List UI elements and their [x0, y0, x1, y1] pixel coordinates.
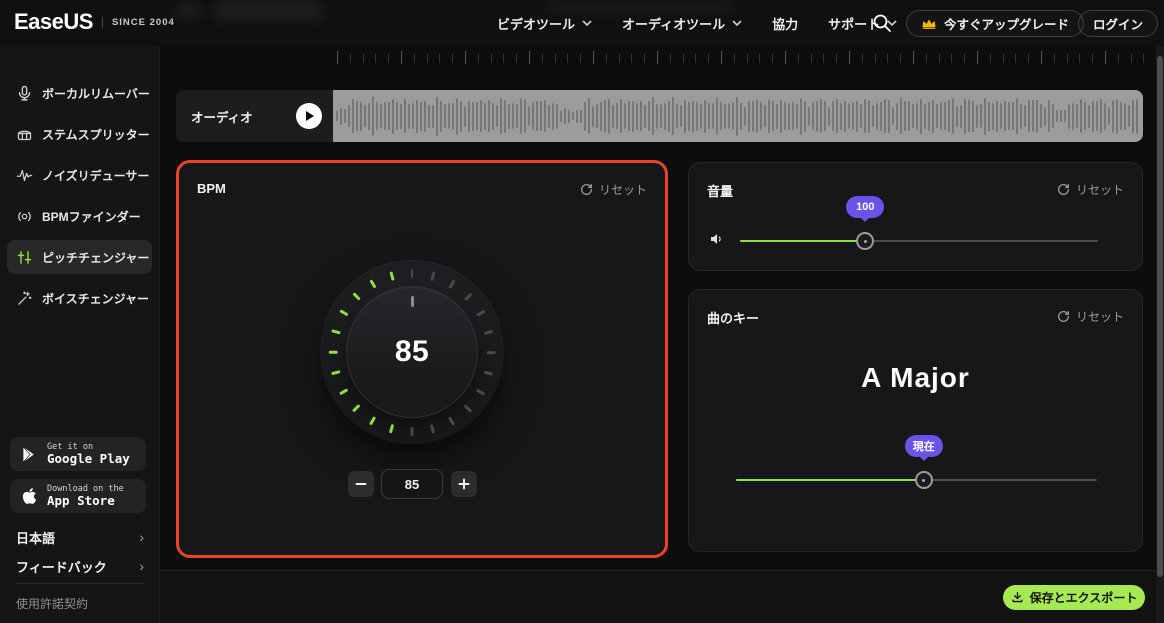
download-icon [1011, 591, 1024, 604]
chevron-down-icon [732, 20, 742, 27]
crown-icon [921, 17, 937, 30]
chevron-down-icon [582, 20, 592, 27]
reset-icon [1057, 183, 1070, 196]
bpm-knob[interactable]: 85 [320, 260, 504, 444]
blurred-redaction [176, 3, 202, 18]
volume-panel-title: 音量 [707, 181, 733, 200]
upgrade-button[interactable]: 今すぐアップグレード [906, 10, 1084, 37]
google-play-badge[interactable]: Get it on Google Play [10, 437, 146, 471]
chevron-right-icon: › [139, 529, 144, 545]
reset-icon [1057, 310, 1070, 323]
sidebar-tool-list: ボーカルリムーバー ステムスプリッター ノイズリデューサー BPMファインダー [0, 46, 159, 315]
volume-reset-button[interactable]: リセット [1057, 181, 1124, 198]
stem-splitter-icon [16, 126, 33, 143]
chevron-right-icon: › [139, 558, 144, 574]
microphone-icon [16, 85, 33, 102]
save-export-button[interactable]: 保存とエクスポート [1003, 585, 1145, 610]
apple-icon [22, 487, 39, 505]
slider-fill [740, 240, 865, 242]
bpm-circle-icon [16, 208, 33, 225]
scrollbar-thumb[interactable] [1157, 56, 1163, 577]
nav-audio-tools[interactable]: オーディオツール [622, 14, 742, 33]
header: EaseUS SINCE 2004 ビデオツール オーディオツール 協力 サポー… [0, 0, 1164, 46]
bpm-decrement-button[interactable] [348, 471, 374, 497]
bpm-reset-button[interactable]: リセット [580, 181, 647, 198]
badge-bottom-text: Google Play [47, 452, 130, 466]
bpm-increment-button[interactable] [451, 471, 477, 497]
login-button[interactable]: ログイン [1078, 10, 1158, 37]
since-label: SINCE 2004 [102, 17, 175, 28]
plus-icon [458, 478, 470, 490]
song-key-panel: 曲のキー リセット A Major 現在 [688, 289, 1143, 552]
bpm-panel-title: BPM [197, 181, 226, 196]
slider-fill [736, 479, 924, 481]
bottom-bar: 保存とエクスポート [160, 571, 1164, 623]
volume-panel: 音量 リセット 100 [688, 162, 1143, 271]
key-slider-handle[interactable] [915, 471, 933, 489]
play-icon [304, 110, 315, 122]
volume-slider[interactable]: 100 [740, 232, 1098, 250]
minus-icon [355, 478, 367, 490]
nav-cooperation[interactable]: 協力 [772, 14, 798, 33]
noise-wave-icon [16, 167, 33, 184]
volume-value-bubble: 100 [846, 196, 884, 218]
key-reset-button[interactable]: リセット [1057, 308, 1124, 325]
easeus-logo[interactable]: EaseUS SINCE 2004 [14, 9, 175, 35]
audio-track-label: オーディオ [176, 90, 333, 142]
pitch-sliders-icon [16, 249, 33, 266]
magic-wand-icon [16, 290, 33, 307]
sidebar-item-vocal-remover[interactable]: ボーカルリムーバー [7, 76, 152, 110]
sidebar-item-noise-reducer[interactable]: ノイズリデューサー [7, 158, 152, 192]
bpm-stepper [179, 469, 665, 499]
app-store-badge[interactable]: Download on the App Store [10, 479, 146, 513]
waveform[interactable] [333, 90, 1143, 142]
current-key-bubble: 現在 [905, 435, 943, 457]
sidebar: ボーカルリムーバー ステムスプリッター ノイズリデューサー BPMファインダー [0, 46, 160, 623]
song-key-value: A Major [689, 362, 1142, 394]
key-panel-title: 曲のキー [707, 308, 759, 327]
nav-video-tools[interactable]: ビデオツール [497, 14, 592, 33]
knob-inner: 85 [346, 286, 478, 418]
play-button[interactable] [296, 103, 322, 129]
license-agreement-link[interactable]: 使用許諾契約 [16, 595, 88, 612]
reset-icon [580, 183, 593, 196]
feedback-link[interactable]: フィードバック › [0, 552, 160, 580]
sidebar-divider [16, 583, 144, 584]
bpm-panel: BPM リセット 85 [176, 160, 668, 558]
bpm-value: 85 [395, 335, 429, 369]
badge-bottom-text: App Store [47, 494, 124, 508]
sidebar-item-pitch-changer[interactable]: ピッチチェンジャー [7, 240, 152, 274]
volume-slider-handle[interactable] [856, 232, 874, 250]
search-icon[interactable] [872, 13, 892, 33]
main-content: オーディオ BPM リセット 85 [160, 46, 1164, 623]
sidebar-item-voice-changer[interactable]: ボイスチェンジャー [7, 281, 152, 315]
logo-text: EaseUS [14, 9, 93, 35]
google-play-icon [22, 446, 39, 463]
knob-pointer [411, 296, 414, 307]
page: EaseUS SINCE 2004 ビデオツール オーディオツール 協力 サポー… [0, 0, 1164, 623]
speaker-icon [709, 231, 725, 247]
blurred-redaction [214, 1, 322, 21]
key-slider[interactable]: 現在 [736, 471, 1097, 489]
main-nav: ビデオツール オーディオツール 協力 サポート [497, 0, 897, 46]
timeline-ruler [337, 50, 1152, 64]
language-link[interactable]: 日本語 › [0, 523, 160, 551]
bpm-input[interactable] [381, 469, 443, 499]
sidebar-item-stem-splitter[interactable]: ステムスプリッター [7, 117, 152, 151]
sidebar-item-bpm-finder[interactable]: BPMファインダー [7, 199, 152, 233]
